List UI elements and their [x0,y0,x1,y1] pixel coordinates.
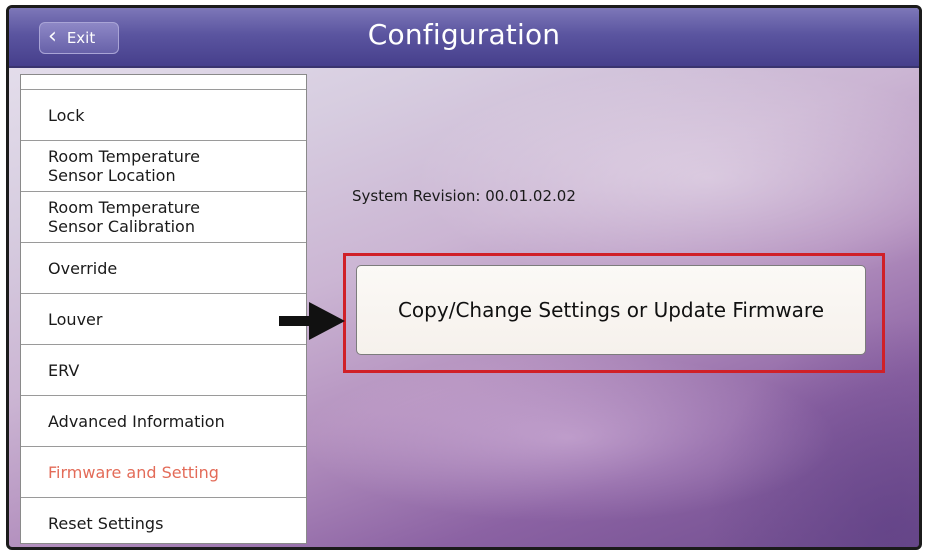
menu-item-label: Override [48,258,118,278]
menu-item-erv[interactable]: ERV [21,345,306,396]
menu-item-label: Louver [48,309,103,329]
menu-item-louver[interactable]: Louver [21,294,306,345]
arrow-right-icon [279,302,345,340]
touchscreen-frame: ‹ Exit Configuration Lock Room Temperatu… [6,5,922,550]
menu-item-room-temperature-sensor-calibration[interactable]: Room Temperature Sensor Calibration [21,192,306,243]
system-revision-text: System Revision: 00.01.02.02 [352,187,576,205]
menu-item-lock[interactable]: Lock [21,90,306,141]
copy-change-settings-button[interactable]: Copy/Change Settings or Update Firmware [356,265,866,355]
menu-item-firmware-and-setting[interactable]: Firmware and Setting [21,447,306,498]
menu-item-reset-settings[interactable]: Reset Settings [21,498,306,543]
settings-menu: Lock Room Temperature Sensor Location Ro… [20,74,307,544]
menu-item-label: Advanced Information [48,411,225,431]
menu-item-label: Sensor Location [48,166,176,185]
menu-item-label: Lock [48,105,85,125]
menu-item-advanced-information[interactable]: Advanced Information [21,396,306,447]
menu-item-label: Sensor Calibration [48,217,195,236]
menu-item-override[interactable]: Override [21,243,306,294]
menu-scroll-edge [21,75,306,90]
menu-item-label: Reset Settings [48,514,164,533]
menu-item-room-temperature-sensor-location[interactable]: Room Temperature Sensor Location [21,141,306,192]
content-area: System Revision: 00.01.02.02 Copy/Change… [309,70,919,547]
menu-item-label: Room Temperature [48,198,200,217]
menu-item-label: Firmware and Setting [48,462,219,482]
page-title: Configuration [367,18,561,51]
menu-item-label: Room Temperature [48,147,200,166]
menu-item-label: ERV [48,360,80,380]
title-bar: ‹ Exit Configuration [9,8,919,68]
